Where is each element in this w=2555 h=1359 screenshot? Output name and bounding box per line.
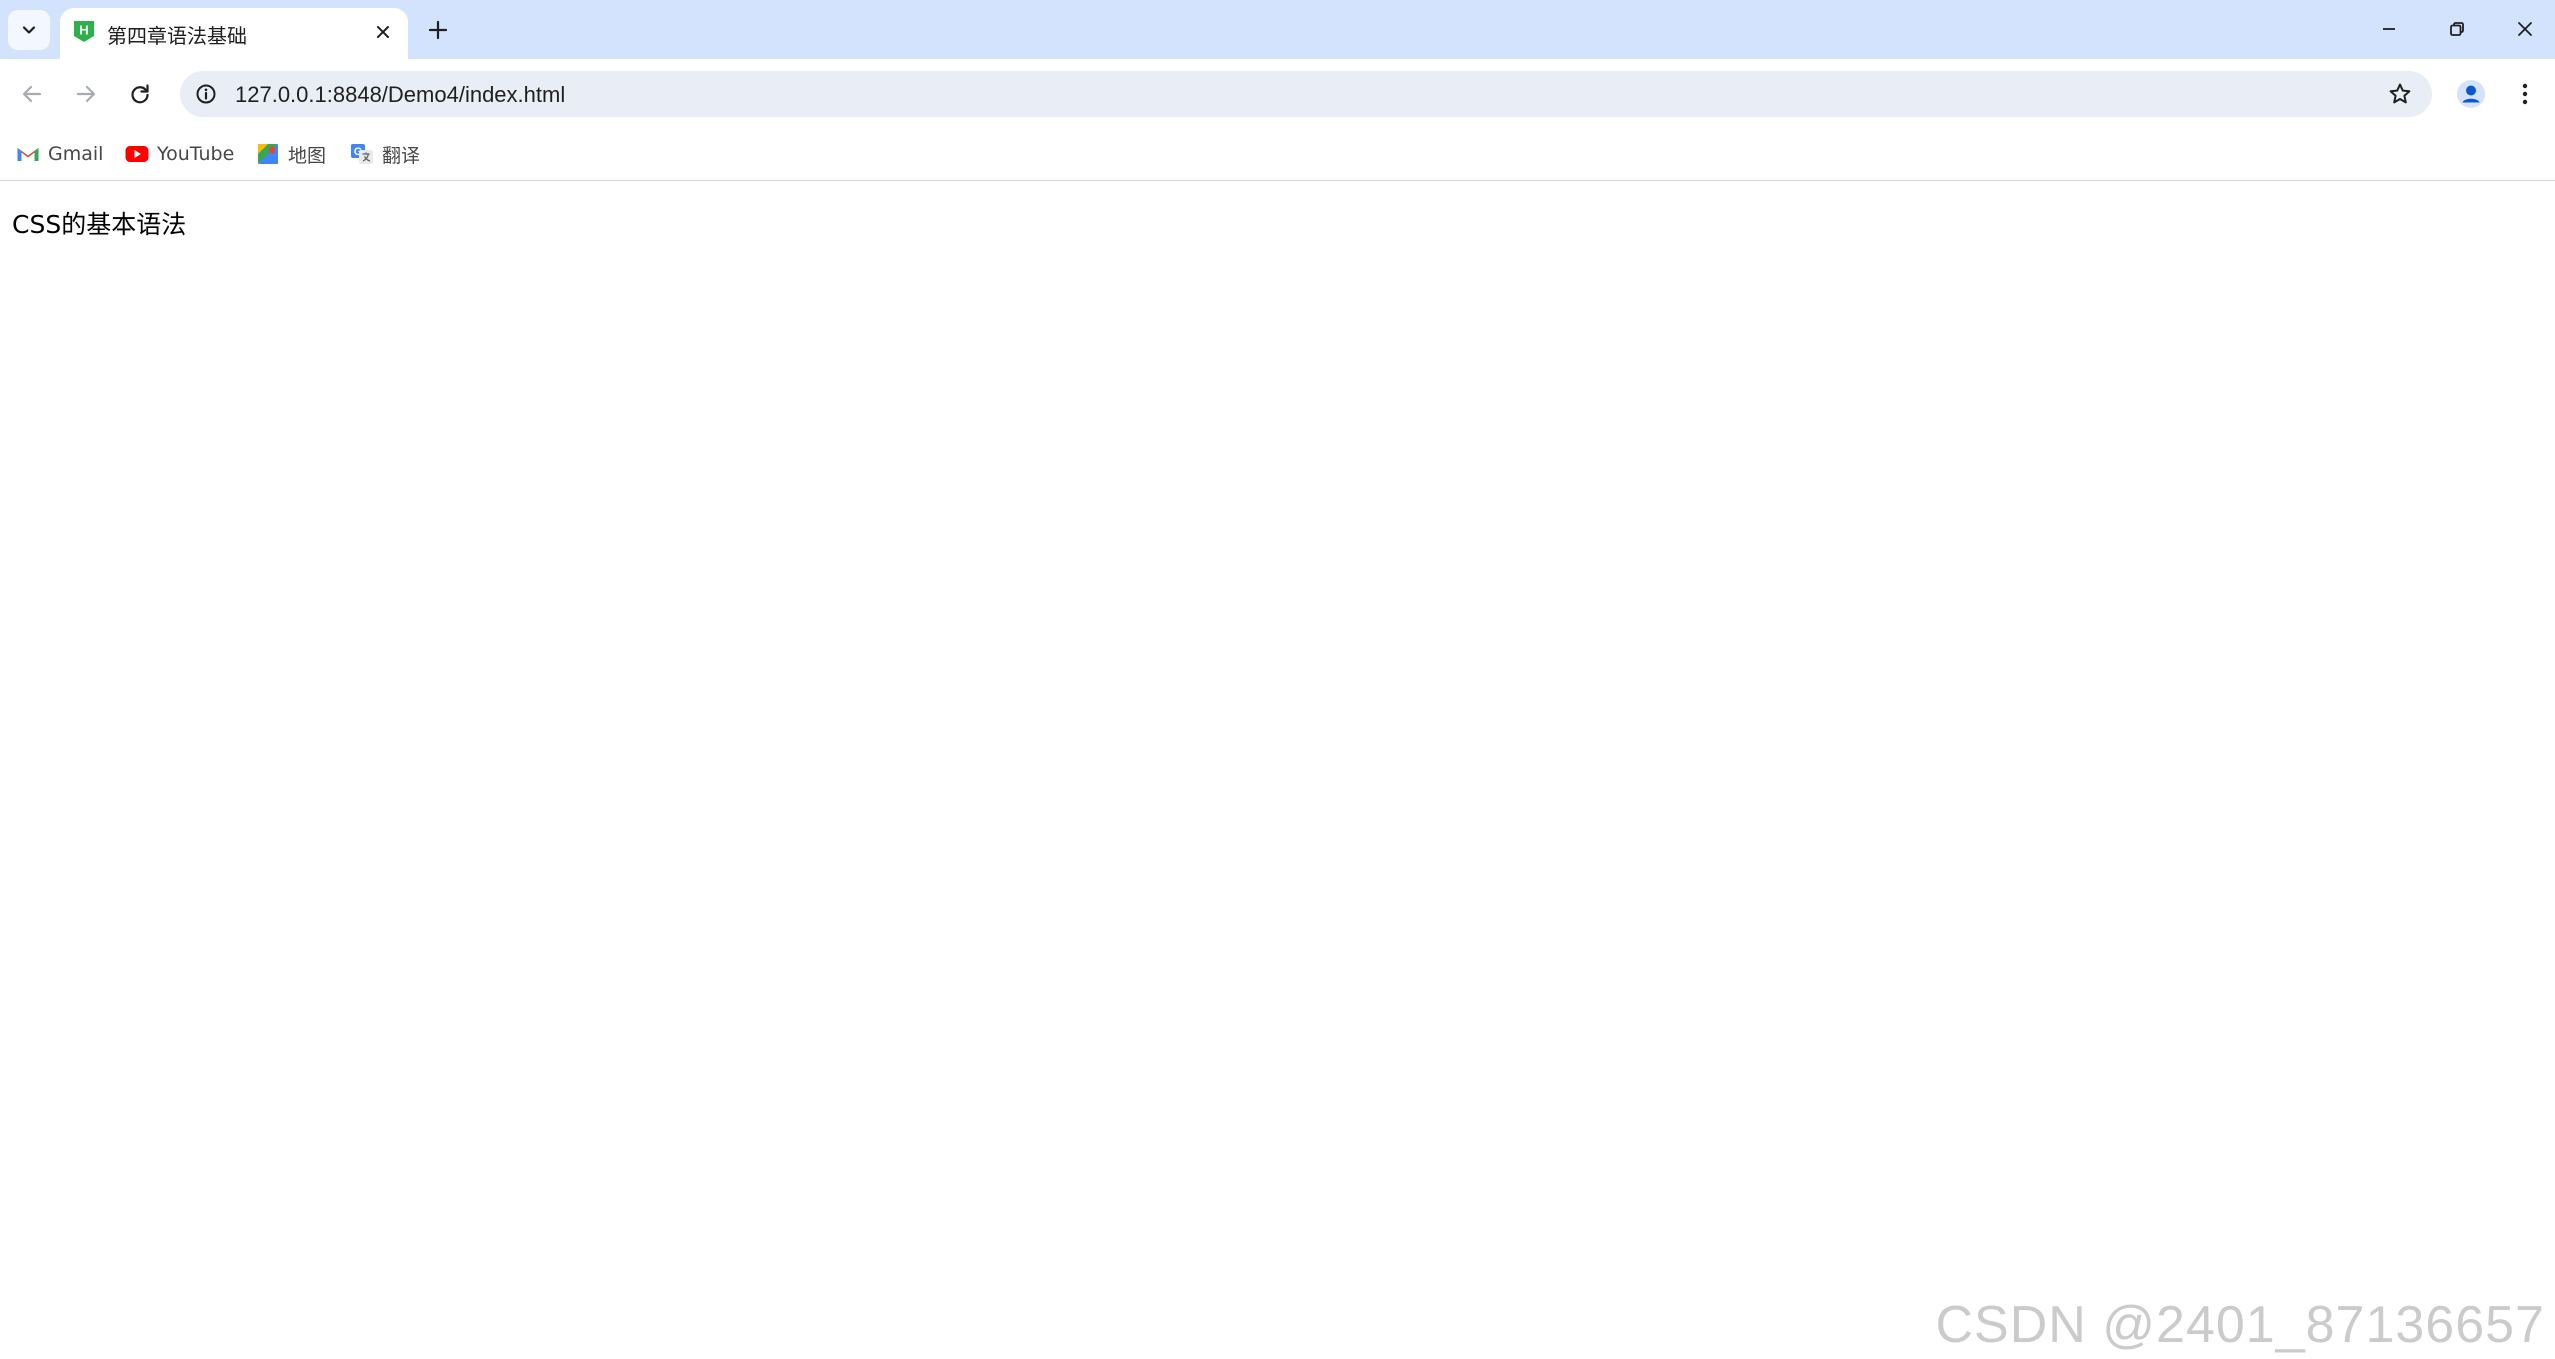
bookmark-gmail[interactable]: Gmail xyxy=(16,139,103,169)
chevron-down-icon xyxy=(22,26,36,34)
minimize-button[interactable] xyxy=(2355,0,2423,58)
close-icon xyxy=(377,26,389,38)
bookmark-star-button[interactable] xyxy=(2386,80,2414,108)
url-text[interactable]: 127.0.0.1:8848/Demo4/index.html xyxy=(235,82,565,108)
profile-button[interactable] xyxy=(2452,75,2490,113)
tab-close-button[interactable] xyxy=(370,19,396,45)
browser-window: H 第四章语法基础 127.0.0.1:8848/Demo4/index.htm… xyxy=(0,0,2555,1359)
active-tab[interactable]: H 第四章语法基础 xyxy=(60,8,408,59)
reload-icon xyxy=(131,84,149,104)
translate-icon: G xyxy=(350,142,374,166)
hbuilder-favicon-icon: H xyxy=(74,21,94,42)
favicon-letter: H xyxy=(79,23,88,38)
arrow-right-icon xyxy=(76,85,96,103)
forward-button[interactable] xyxy=(66,74,106,114)
address-bar[interactable]: 127.0.0.1:8848/Demo4/index.html xyxy=(180,71,2432,117)
page-content: CSS的基本语法 CSDN @2401_87136657 xyxy=(0,181,2555,1359)
close-icon xyxy=(2518,22,2532,36)
reload-button[interactable] xyxy=(120,74,160,114)
maps-icon xyxy=(256,142,280,166)
avatar-icon xyxy=(2457,80,2485,108)
bookmarks-bar: Gmail YouTube 地图 G 翻译 xyxy=(0,129,2555,181)
tab-strip: H 第四章语法基础 xyxy=(0,0,2555,59)
browser-menu-button[interactable] xyxy=(2510,75,2540,113)
bookmark-label: Gmail xyxy=(48,143,104,165)
bookmark-youtube[interactable]: YouTube xyxy=(125,139,234,169)
toolbar: 127.0.0.1:8848/Demo4/index.html xyxy=(0,59,2555,129)
star-icon xyxy=(2389,83,2411,104)
tab-title: 第四章语法基础 xyxy=(107,24,247,48)
info-icon xyxy=(196,84,216,104)
youtube-icon xyxy=(125,142,149,166)
bookmark-label: 地图 xyxy=(288,144,327,167)
arrow-left-icon xyxy=(22,85,42,103)
bookmark-label: 翻译 xyxy=(382,144,421,167)
tab-search-button[interactable] xyxy=(8,10,50,50)
close-window-button[interactable] xyxy=(2491,0,2555,58)
restore-button[interactable] xyxy=(2423,0,2491,58)
bookmark-maps[interactable]: 地图 xyxy=(256,139,326,169)
more-vert-icon xyxy=(2522,83,2528,105)
restore-icon xyxy=(2450,22,2464,36)
plus-icon xyxy=(428,20,448,40)
bookmark-translate[interactable]: G 翻译 xyxy=(350,139,420,169)
minimize-icon xyxy=(2383,28,2395,30)
page-body-text: CSS的基本语法 xyxy=(12,210,187,239)
site-info-button[interactable] xyxy=(192,80,220,108)
new-tab-button[interactable] xyxy=(420,12,456,48)
bookmark-label: YouTube xyxy=(157,143,235,165)
back-button[interactable] xyxy=(12,74,52,114)
gmail-icon xyxy=(16,142,40,166)
csdn-watermark: CSDN @2401_87136657 xyxy=(1935,1296,2545,1354)
